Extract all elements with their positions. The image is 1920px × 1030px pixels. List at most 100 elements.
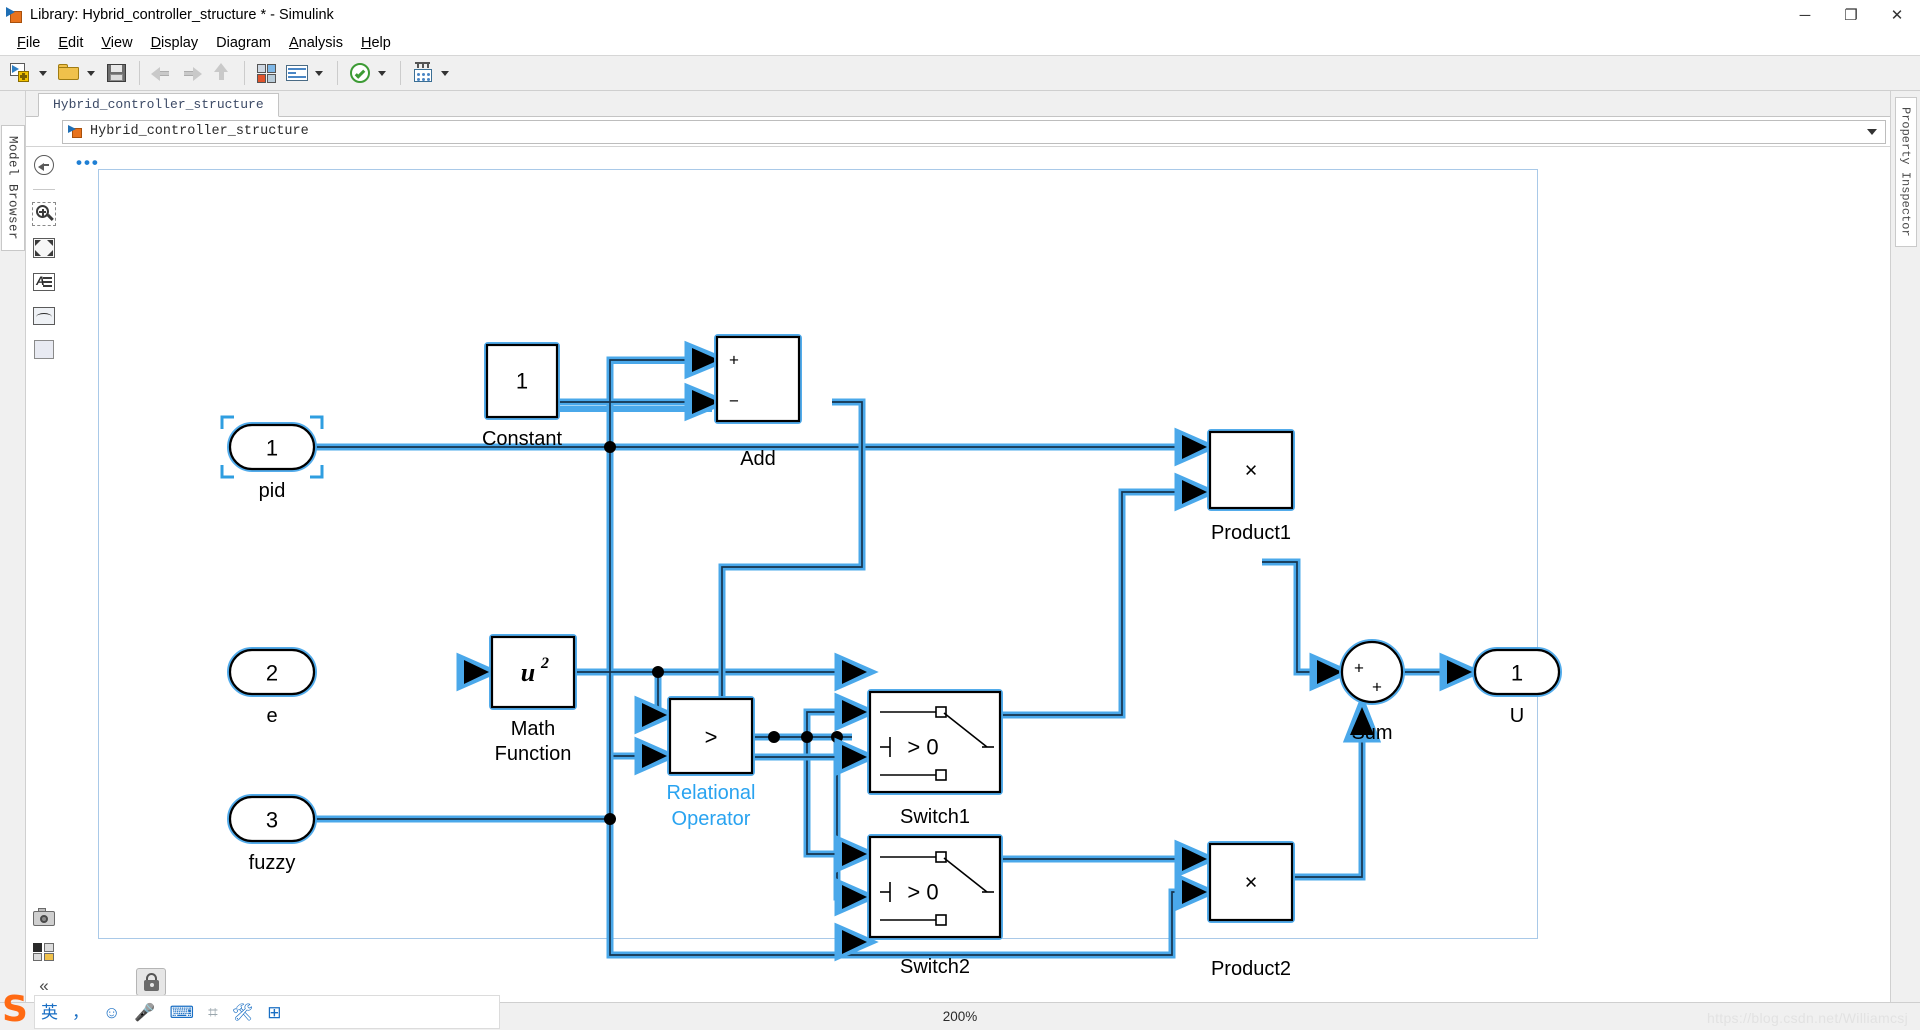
layout-button[interactable]: [32, 940, 56, 964]
check-circle-icon: [347, 60, 373, 86]
navigate-back-button[interactable]: [32, 153, 56, 177]
ime-voice-icon[interactable]: 🎤: [134, 1004, 155, 1021]
scope-viewer-button[interactable]: [32, 304, 56, 328]
title-bar: Library: Hybrid_controller_structure * -…: [0, 0, 1920, 30]
tab-hybrid-controller-structure[interactable]: Hybrid_controller_structure: [38, 93, 279, 117]
block-inport-e-label: e: [266, 705, 277, 727]
library-browser-button[interactable]: [252, 58, 282, 88]
block-inport-fuzzy-label: fuzzy: [249, 852, 296, 874]
block-inport-e[interactable]: 2 e: [227, 647, 317, 727]
block-relational-operator-symbol: >: [705, 725, 718, 750]
signal-junction: [652, 666, 664, 678]
rail-separator: [33, 189, 55, 190]
block-product2-label: Product2: [1211, 958, 1291, 977]
save-model-button[interactable]: [102, 58, 132, 88]
simulink-library-icon: [68, 124, 84, 140]
block-diagram[interactable]: 1 Constant + − Add 1 pid 2 e 3 fuzzy u 2…: [62, 147, 1562, 977]
chevron-down-icon[interactable]: [1867, 128, 1877, 135]
maximize-button[interactable]: ❐: [1828, 0, 1874, 30]
tab-strip: Hybrid_controller_structure: [26, 91, 1890, 117]
chevron-down-icon[interactable]: [378, 70, 386, 76]
block-math-function-label-line2: Function: [495, 743, 572, 765]
new-model-button[interactable]: [6, 58, 54, 88]
block-constant[interactable]: 1 Constant: [482, 342, 562, 450]
ime-toolbox-icon[interactable]: 🛠: [232, 1004, 254, 1021]
signal-junction: [801, 731, 813, 743]
chevron-down-icon[interactable]: [315, 70, 323, 76]
signal-junction: [604, 441, 616, 453]
breadcrumb[interactable]: Hybrid_controller_structure: [62, 119, 1886, 144]
menu-edit[interactable]: Edit: [49, 33, 92, 53]
breadcrumb-path: Hybrid_controller_structure: [90, 124, 309, 139]
ime-emoji-icon[interactable]: ☺: [103, 1004, 120, 1021]
window-title: Library: Hybrid_controller_structure * -…: [30, 7, 334, 23]
ime-screenshot-icon[interactable]: ⌗: [208, 1004, 218, 1021]
back-button[interactable]: [147, 58, 177, 88]
ime-apps-icon[interactable]: ⊞: [267, 1004, 281, 1021]
signal-junction: [768, 731, 780, 743]
canvas-area: A « ••• 1 Constant + − Add 1 pid 2 e 3 f…: [26, 147, 1890, 1002]
model-canvas[interactable]: ••• 1 Constant + − Add 1 pid 2 e 3 fuzzy…: [62, 147, 1890, 1002]
forward-arrow-icon: [179, 60, 205, 86]
area-button[interactable]: [32, 338, 56, 362]
annotation-button[interactable]: A: [32, 270, 56, 294]
block-inport-fuzzy[interactable]: 3 fuzzy: [227, 794, 317, 874]
sogou-logo-icon[interactable]: S: [0, 988, 40, 1030]
double-chevron-left-icon[interactable]: «: [39, 976, 48, 996]
model-explorer-button[interactable]: [282, 58, 330, 88]
fit-to-view-button[interactable]: [32, 236, 56, 260]
block-sum-label: Sum: [1351, 722, 1392, 744]
right-rail: Property Inspector: [1890, 91, 1920, 1002]
sogou-ime-bar: 英 ， ☺ 🎤 ⌨ ⌗ 🛠 ⊞ S: [0, 992, 500, 1030]
ime-language-icon[interactable]: 英: [41, 1004, 58, 1021]
minimize-button[interactable]: ─: [1782, 0, 1828, 30]
run-button[interactable]: [408, 58, 456, 88]
watermark-text: https://blog.csdn.net/Williamcsj: [1706, 1010, 1908, 1026]
block-product1[interactable]: × Product1: [1207, 429, 1295, 544]
model-browser-tab[interactable]: Model Browser: [0, 125, 25, 252]
breadcrumb-rail-spacer: [26, 117, 62, 146]
simulation-icon: [410, 60, 436, 86]
menu-diagram[interactable]: Diagram: [207, 33, 280, 53]
unlock-library-button[interactable]: [136, 968, 166, 996]
block-constant-value: 1: [516, 369, 528, 394]
screenshot-button[interactable]: [32, 906, 56, 930]
block-outport-u[interactable]: 1 U: [1472, 647, 1562, 727]
block-math-function[interactable]: u 2 Math Function: [489, 634, 577, 765]
new-model-icon: [8, 60, 34, 86]
block-switch1[interactable]: > 0 Switch1: [867, 689, 1003, 828]
block-sum-sign-1: +: [1354, 659, 1364, 678]
block-add-label: Add: [740, 448, 776, 470]
block-sum-sign-2: +: [1372, 678, 1382, 697]
ime-punctuation-icon[interactable]: ，: [72, 1004, 89, 1021]
update-model-button[interactable]: [345, 58, 393, 88]
close-button[interactable]: ✕: [1874, 0, 1920, 30]
forward-button[interactable]: [177, 58, 207, 88]
property-inspector-tab[interactable]: Property Inspector: [1894, 97, 1917, 247]
up-to-parent-button[interactable]: [207, 58, 237, 88]
block-sum[interactable]: + + Sum: [1339, 639, 1405, 744]
menu-help[interactable]: Help: [352, 33, 400, 53]
menu-file[interactable]: File: [8, 33, 49, 53]
simulink-library-icon: [6, 6, 24, 24]
block-inport-pid[interactable]: 1 pid: [220, 415, 324, 502]
menu-view[interactable]: View: [92, 33, 141, 53]
open-model-button[interactable]: [54, 58, 102, 88]
editor-column: Hybrid_controller_structure Hybrid_contr…: [26, 91, 1890, 1002]
back-arrow-icon: [149, 60, 175, 86]
menu-analysis[interactable]: Analysis: [280, 33, 352, 53]
ime-panel[interactable]: 英 ， ☺ 🎤 ⌨ ⌗ 🛠 ⊞: [34, 995, 500, 1029]
canvas-rail-bottom: «: [26, 906, 62, 996]
model-explorer-icon: [284, 60, 310, 86]
block-product2[interactable]: × Product2: [1207, 841, 1295, 977]
block-outport-u-value: 1: [1511, 661, 1523, 686]
zoom-button[interactable]: [32, 202, 56, 226]
block-switch2-label: Switch2: [900, 956, 970, 977]
chevron-down-icon[interactable]: [39, 70, 47, 76]
chevron-down-icon[interactable]: [87, 70, 95, 76]
chevron-down-icon[interactable]: [441, 70, 449, 76]
menu-display[interactable]: Display: [142, 33, 208, 53]
zoom-level-label[interactable]: 200%: [943, 1009, 978, 1024]
ime-keyboard-icon[interactable]: ⌨: [170, 1004, 195, 1021]
block-relational-operator[interactable]: > Relational Operator: [667, 696, 756, 830]
